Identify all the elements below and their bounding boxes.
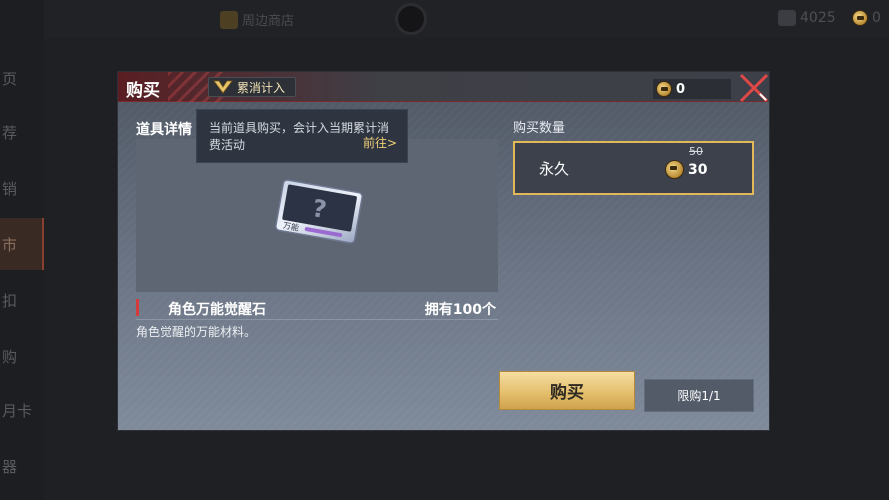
- plane-icon: [778, 10, 796, 26]
- side-nav-item[interactable]: 页: [0, 52, 44, 104]
- center-orb-icon[interactable]: [395, 3, 427, 35]
- currency-a: 4025: [778, 10, 836, 26]
- purchase-limit-button[interactable]: 限购1/1: [644, 379, 754, 412]
- balance-display: 0: [653, 79, 731, 99]
- currency-a-value: 4025: [800, 10, 836, 26]
- currency-b: 0: [852, 10, 881, 26]
- tag-label: 累消计入: [237, 80, 286, 95]
- side-nav: 页 荐 销 市 扣 购 月卡 器: [0, 0, 44, 500]
- buy-button[interactable]: 购买: [499, 371, 635, 410]
- side-nav-item[interactable]: 销: [0, 162, 44, 214]
- side-nav-item[interactable]: 荐: [0, 106, 44, 158]
- coin-icon: [852, 10, 868, 26]
- price-row: 30: [665, 160, 707, 179]
- currency-b-value: 0: [872, 10, 881, 26]
- dialog-header: 购买 累消计入 0: [118, 72, 769, 102]
- side-nav-item-active[interactable]: 市: [0, 218, 44, 270]
- side-nav-item[interactable]: 月卡: [0, 384, 44, 436]
- duration-option-permanent[interactable]: 永久 50 30: [513, 141, 754, 195]
- cumulative-tooltip: 当前道具购买，会计入当期累计消费活动 前往>: [196, 109, 408, 163]
- item-title-row: 角色万能觉醒石 拥有100个: [136, 299, 498, 320]
- original-price: 50: [689, 145, 703, 158]
- detail-label: 道具详情: [136, 122, 192, 138]
- side-nav-item[interactable]: 器: [0, 440, 44, 492]
- item-description: 角色觉醒的万能材料。: [136, 325, 257, 339]
- quantity-label: 购买数量: [513, 121, 566, 136]
- side-nav-item[interactable]: 购: [0, 330, 44, 382]
- top-bar: [44, 0, 889, 38]
- balance-value: 0: [676, 81, 686, 97]
- item-owned-count: 拥有100个: [424, 302, 496, 318]
- purchase-dialog: 购买 累消计入 0 道具详情 ? 万能 角色万能觉醒石 拥有100个 角色觉醒的…: [117, 71, 770, 431]
- shop-link[interactable]: 周边商店: [220, 10, 294, 29]
- shop-icon: [220, 10, 238, 29]
- item-name: 角色万能觉醒石: [168, 302, 266, 318]
- current-price: 30: [688, 161, 708, 178]
- option-name: 永久: [539, 160, 570, 178]
- v-badge-icon: [213, 80, 233, 94]
- accent-bar: [136, 299, 139, 316]
- goto-label: 前往>: [362, 136, 397, 150]
- coin-icon: [665, 160, 684, 179]
- cumulative-tag[interactable]: 累消计入: [208, 77, 297, 97]
- shop-label: 周边商店: [242, 14, 295, 29]
- dialog-title: 购买: [126, 81, 160, 101]
- close-icon[interactable]: [738, 72, 770, 105]
- coin-icon: [656, 81, 672, 97]
- side-nav-item[interactable]: 扣: [0, 274, 44, 326]
- tooltip-goto-link[interactable]: 前往>: [363, 135, 397, 152]
